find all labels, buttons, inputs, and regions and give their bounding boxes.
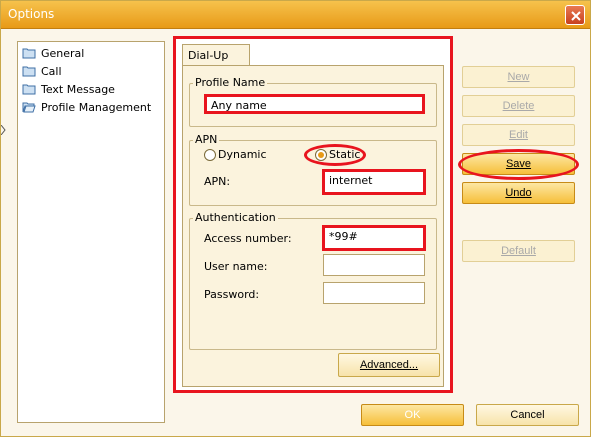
delete-button[interactable]: Delete (462, 95, 575, 117)
tree-item-label: Profile Management (41, 100, 152, 114)
apn-input[interactable]: internet (322, 169, 426, 195)
undo-button-label: Undo (505, 187, 532, 199)
apn-field-label: APN: (204, 175, 231, 188)
edit-button[interactable]: Edit (462, 124, 575, 146)
category-tree: General Call Text Message Profile Manage… (17, 41, 165, 423)
profile-name-input[interactable]: Any name (204, 94, 425, 114)
new-button[interactable]: New (462, 66, 575, 88)
tree-item-call[interactable]: Call (22, 63, 62, 79)
tree-item-text-message[interactable]: Text Message (22, 81, 115, 97)
folder-open-icon (22, 102, 36, 113)
tree-item-profile-management[interactable]: Profile Management (22, 99, 151, 115)
cancel-button-label: Cancel (510, 409, 545, 421)
password-label: Password: (204, 288, 260, 301)
ok-button-label: OK (404, 409, 421, 421)
folder-icon (22, 48, 36, 59)
window-title: Options (8, 7, 55, 21)
user-name-input[interactable] (323, 254, 425, 276)
authentication-legend: Authentication (193, 211, 278, 224)
tab-dial-up[interactable]: Dial-Up (182, 44, 250, 66)
apn-dynamic-label: Dynamic (218, 148, 267, 161)
default-button-label: Default (501, 245, 536, 257)
default-button[interactable]: Default (462, 240, 575, 262)
tree-item-label: General (41, 46, 85, 60)
advanced-button[interactable]: Advanced... (338, 353, 440, 377)
new-button-label: New (507, 71, 530, 83)
folder-icon (22, 66, 36, 77)
password-input[interactable] (323, 282, 425, 304)
radio-circle (204, 148, 216, 161)
save-highlight-ring (458, 149, 579, 180)
tree-item-label: Text Message (41, 82, 115, 96)
cancel-button[interactable]: Cancel (476, 404, 579, 426)
profile-name-legend: Profile Name (193, 76, 268, 89)
apn-dynamic-radio[interactable]: Dynamic (204, 148, 267, 161)
undo-button[interactable]: Undo (462, 182, 575, 204)
dialup-panel: Dial-Up Profile Name APN Authentication … (173, 36, 453, 393)
tab-label: Dial-Up (188, 49, 229, 62)
delete-button-label: Delete (502, 100, 535, 112)
options-dialog: Options General Call Text Message Profil… (0, 0, 591, 437)
access-number-input[interactable]: *99# (322, 225, 426, 251)
close-icon (571, 11, 581, 21)
user-name-label: User name: (204, 260, 268, 273)
edit-button-label: Edit (509, 129, 528, 141)
close-button[interactable] (565, 5, 585, 25)
apn-legend: APN (193, 133, 220, 146)
static-highlight-ring (304, 144, 366, 166)
tree-item-general[interactable]: General (22, 45, 84, 61)
advanced-button-label: Advanced... (359, 359, 419, 371)
access-number-label: Access number: (204, 232, 292, 245)
folder-icon (22, 84, 36, 95)
resize-marker (1, 125, 6, 135)
title-bar[interactable]: Options (1, 1, 590, 29)
tree-item-label: Call (41, 64, 62, 78)
ok-button[interactable]: OK (361, 404, 464, 426)
